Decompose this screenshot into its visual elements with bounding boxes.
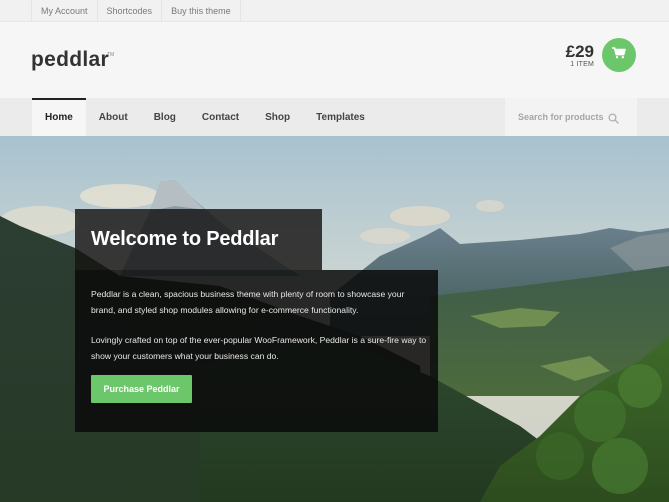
product-search <box>505 98 637 136</box>
nav-menu: Home About Blog Contact Shop Templates <box>32 98 378 136</box>
nav-item-shop[interactable]: Shop <box>252 98 303 136</box>
trademark-mark: TM <box>107 52 115 58</box>
shopping-cart-icon <box>611 46 626 64</box>
site-logo[interactable]: peddlar <box>31 48 109 72</box>
topbar-link-shortcodes[interactable]: Shortcodes <box>96 0 162 22</box>
topbar-link-buy-theme[interactable]: Buy this theme <box>161 0 241 22</box>
hero-title: Welcome to Peddlar <box>91 228 279 250</box>
nav-item-about[interactable]: About <box>86 98 141 136</box>
search-icon[interactable] <box>608 111 619 129</box>
nav-item-blog[interactable]: Blog <box>141 98 189 136</box>
topbar-link-my-account[interactable]: My Account <box>31 0 97 22</box>
hero-paragraph: Peddlar is a clean, spacious business th… <box>91 289 405 315</box>
purchase-button[interactable]: Purchase Peddlar <box>91 375 192 403</box>
nav-item-templates[interactable]: Templates <box>303 98 378 136</box>
cart-total[interactable]: £29 <box>566 42 594 62</box>
secondary-nav: My Account Shortcodes Buy this theme <box>31 0 241 22</box>
top-bar: My Account Shortcodes Buy this theme <box>0 0 669 22</box>
cart-button[interactable] <box>602 38 636 72</box>
cart-item-count[interactable]: 1 ITEM <box>570 61 594 68</box>
hero-paragraph: Lovingly crafted on top of the ever-popu… <box>91 335 427 361</box>
nav-item-home[interactable]: Home <box>32 98 86 136</box>
nav-item-contact[interactable]: Contact <box>189 98 252 136</box>
site-header: peddlar TM £29 1 ITEM <box>0 22 669 98</box>
